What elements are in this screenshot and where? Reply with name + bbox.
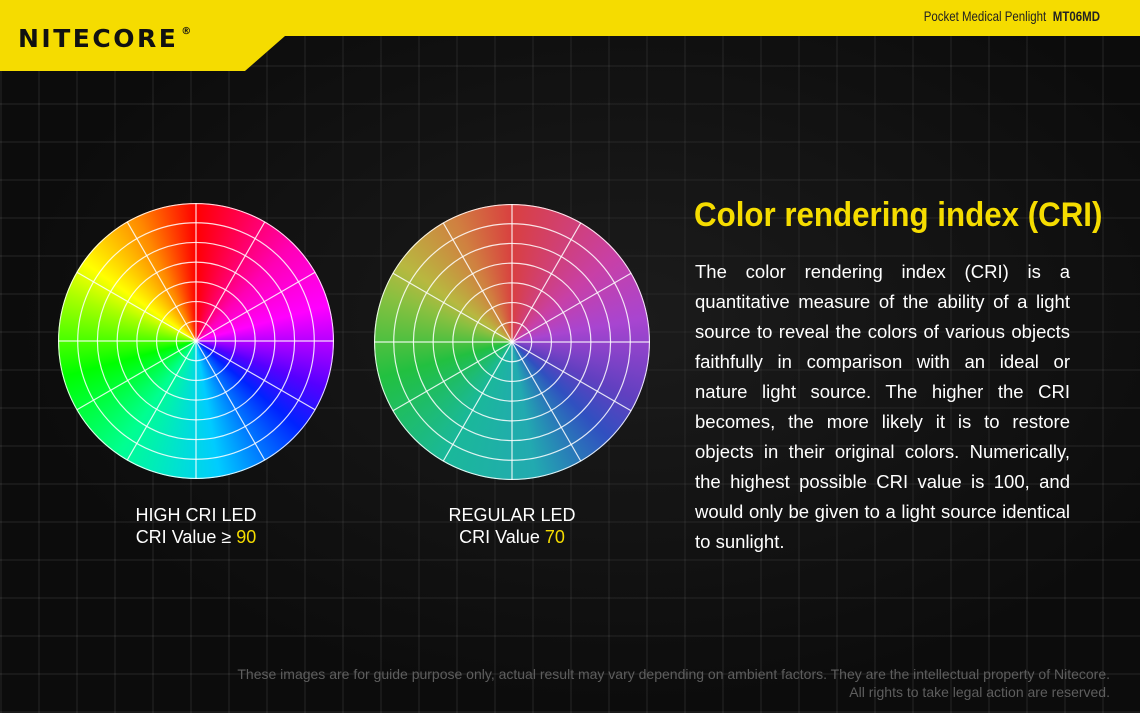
disclaimer-line-2: All rights to take legal action are rese… bbox=[849, 684, 1110, 700]
registered-mark: ® bbox=[181, 26, 192, 37]
color-wheel-grid bbox=[58, 203, 334, 479]
high-cri-value-prefix: CRI Value ≥ bbox=[135, 527, 237, 547]
regular-led-value-prefix: CRI Value bbox=[459, 527, 545, 547]
high-cri-color-wheel bbox=[58, 203, 334, 479]
high-cri-value-line: CRI Value ≥ 90 bbox=[58, 526, 334, 548]
product-model: MT06MD bbox=[1052, 8, 1100, 24]
regular-led-color-wheel bbox=[374, 204, 650, 480]
regular-led-label: REGULAR LED bbox=[448, 505, 576, 525]
regular-led-caption: REGULAR LED CRI Value 70 bbox=[374, 504, 650, 548]
high-cri-value: 90 bbox=[236, 527, 257, 547]
regular-led-value-line: CRI Value 70 bbox=[374, 526, 650, 548]
high-cri-caption: HIGH CRI LED CRI Value ≥ 90 bbox=[58, 504, 334, 548]
color-wheel-grid bbox=[374, 204, 650, 480]
disclaimer: These images are for guide purpose only,… bbox=[237, 665, 1110, 701]
cri-description: The color rendering index (CRI) is a qua… bbox=[695, 261, 1070, 552]
product-line: Pocket Medical Penlight MT06MD bbox=[924, 8, 1100, 24]
nitecore-logo: NITECORE ® bbox=[18, 24, 191, 53]
logo-text: NITECORE bbox=[18, 24, 179, 53]
section-title: Color rendering index (CRI) bbox=[694, 196, 1103, 234]
regular-led-value: 70 bbox=[544, 527, 565, 547]
disclaimer-line-1: These images are for guide purpose only,… bbox=[237, 666, 1110, 682]
product-name: Pocket Medical Penlight bbox=[923, 8, 1047, 24]
high-cri-label: HIGH CRI LED bbox=[135, 505, 257, 525]
